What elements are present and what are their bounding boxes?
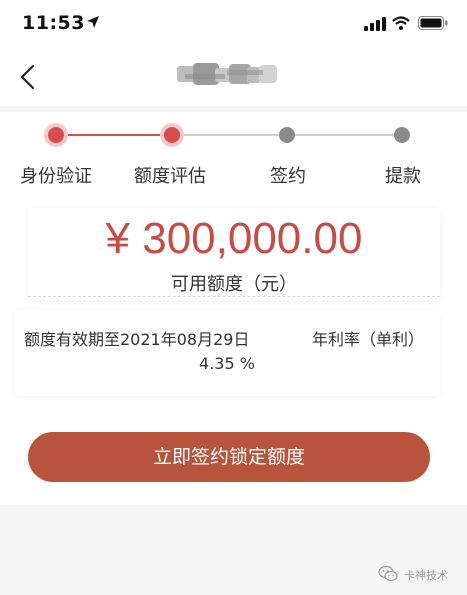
- step-label-credit: 额度评估: [134, 166, 206, 187]
- progress-stepper: 身份验证 额度评估 签约 提款: [0, 110, 467, 200]
- step-label-identity: 身份验证: [20, 166, 92, 187]
- credit-amount-card: ¥ 300,000.00 可用额度（元）: [28, 208, 440, 300]
- watermark-text: 卡神技术: [404, 569, 448, 582]
- step-dot-identity: [48, 127, 64, 143]
- step-dot-withdraw: [394, 127, 410, 143]
- status-time: 11:53: [22, 12, 85, 34]
- back-button[interactable]: [12, 60, 46, 94]
- step-label-withdraw: 提款: [385, 166, 421, 187]
- credit-validity-text: 额度有效期至2021年08月29日: [24, 330, 250, 349]
- step-dot-sign: [279, 127, 295, 143]
- step-label-sign: 签约: [270, 166, 306, 187]
- step-connector-done: [56, 134, 172, 136]
- step-dot-credit: [164, 127, 180, 143]
- wechat-icon: [378, 565, 398, 582]
- credit-amount-value: ¥ 300,000.00: [105, 214, 363, 263]
- annual-rate-value: 4.35 %: [199, 354, 255, 373]
- location-arrow-icon: [87, 16, 99, 28]
- app-screen: 11:53 身份验证 额度评估 签约 提款 ¥ 300,000.00 可用额度（…: [0, 0, 467, 505]
- annual-rate-label: 年利率（单利）: [312, 330, 425, 349]
- credit-amount-label: 可用额度（元）: [171, 274, 297, 295]
- nav-bar: [0, 48, 467, 112]
- dashed-divider: [28, 296, 440, 297]
- credit-info-card: 额度有效期至2021年08月29日 年利率（单利） 4.35 %: [14, 310, 440, 396]
- wifi-icon: [392, 16, 410, 30]
- cellular-signal-icon: [364, 17, 386, 31]
- battery-icon: [418, 16, 448, 30]
- sign-lock-credit-button[interactable]: 立即签约锁定额度: [28, 432, 430, 482]
- status-bar: 11:53: [0, 0, 467, 48]
- redacted-page-title: [177, 63, 277, 85]
